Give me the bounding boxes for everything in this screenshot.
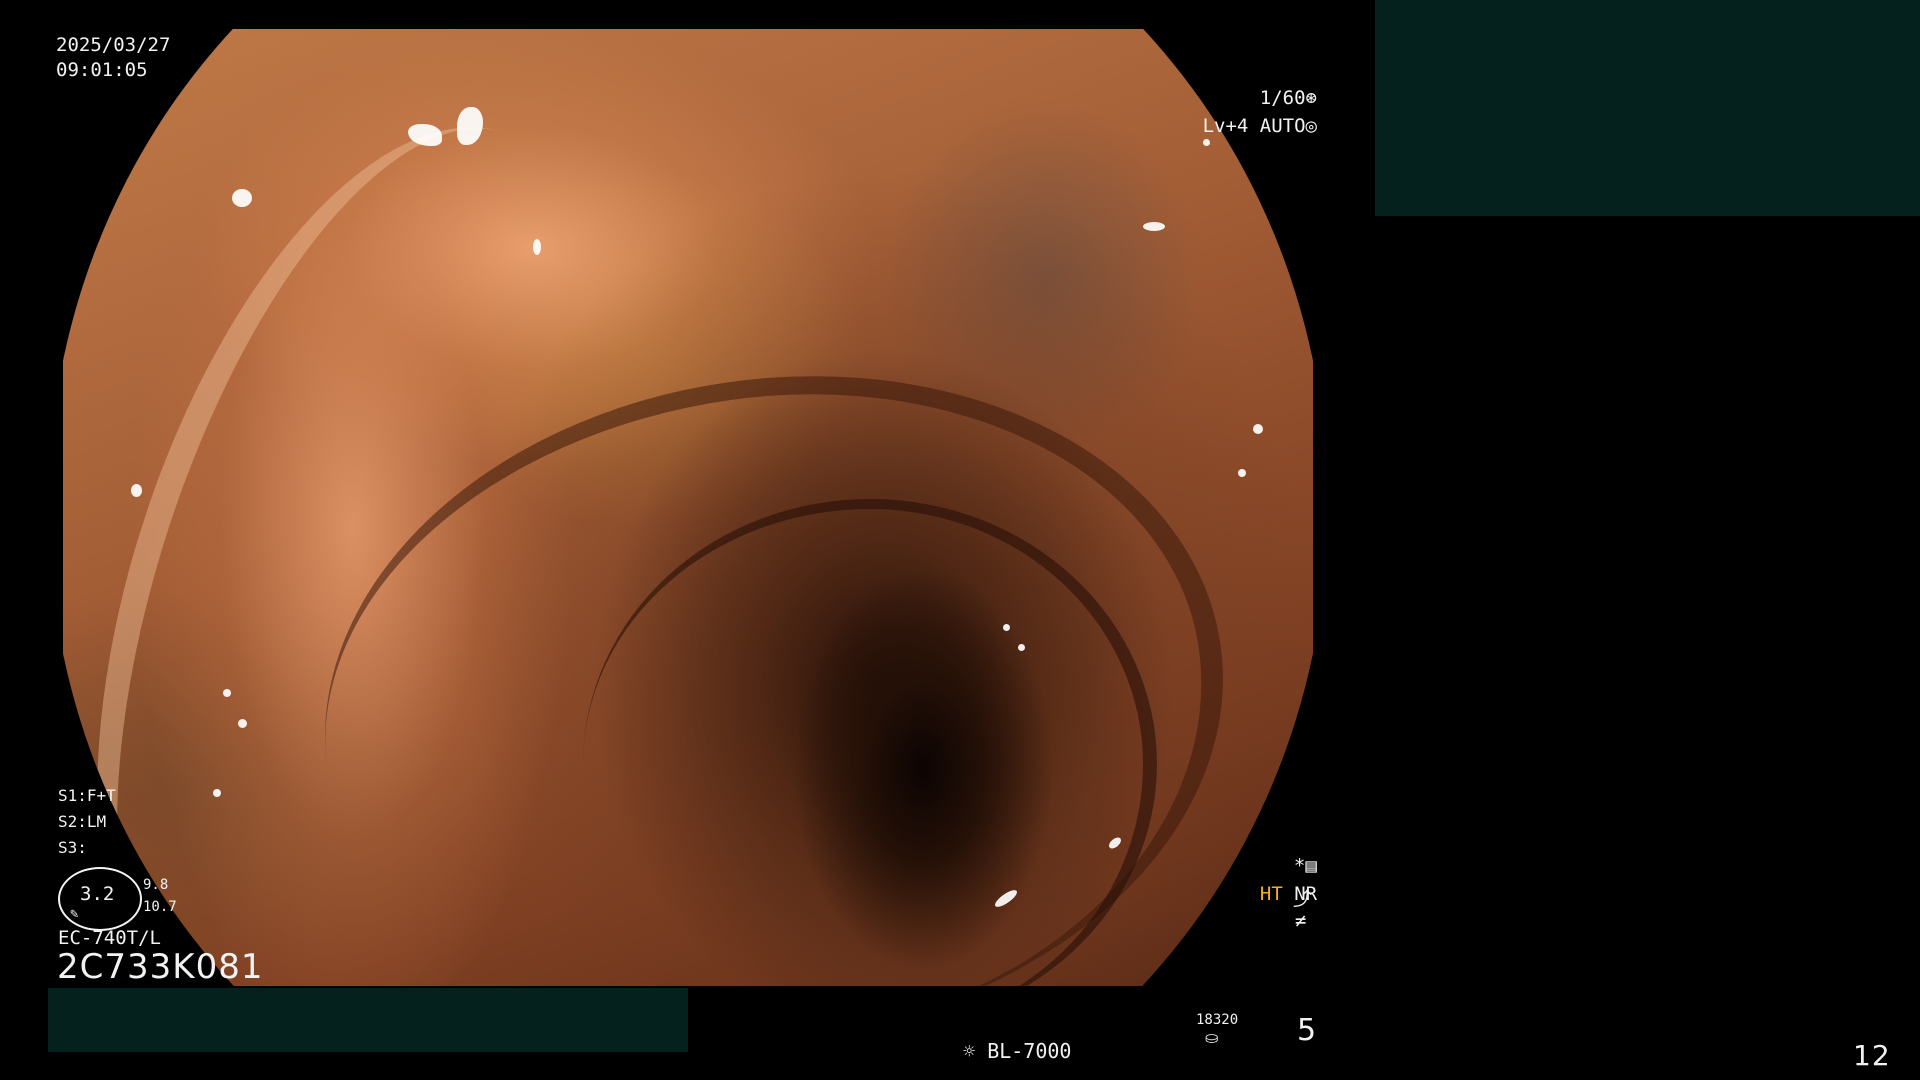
specular-highlight [1253, 424, 1263, 434]
zoom-value: 3.2 [80, 883, 115, 905]
level-value: Lv+4 [1202, 115, 1249, 137]
zoom-value-a: 9.8 [143, 877, 169, 893]
specular-highlight [238, 719, 247, 728]
exposure-readout: Lv+4 AUTO◎ [1180, 98, 1317, 136]
counter-icon: ⛀ [1205, 1028, 1219, 1047]
specular-highlight [1203, 139, 1210, 146]
time-label: 09:01:05 [56, 59, 148, 81]
counter-value: 18320 [1196, 1012, 1239, 1028]
setting-s1: S1:F+T [58, 786, 116, 805]
specular-highlight [1018, 644, 1025, 651]
channel-value: 5 [1297, 1013, 1318, 1048]
specular-highlight [223, 689, 231, 697]
specular-highlight [131, 484, 142, 497]
angle-icon: ⤴ [1293, 888, 1313, 910]
zoom-pen-icon: ✎ [70, 906, 79, 922]
specular-highlight [1238, 469, 1246, 477]
ht-label: HT [1259, 883, 1283, 905]
specular-highlight [213, 789, 221, 797]
mode-value: AUTO [1259, 115, 1306, 137]
light-source-icon: ☼ [963, 1039, 976, 1063]
light-source-label: BL-7000 [987, 1039, 1072, 1063]
redacted-panel-bottom-left [48, 988, 688, 1052]
zoom-value-b: 10.7 [143, 899, 177, 915]
freeze-icon: ≠ [1295, 910, 1307, 932]
date-label: 2025/03/27 [56, 34, 171, 56]
setting-s3: S3: [58, 838, 87, 857]
specular-highlight [1003, 624, 1010, 631]
specular-highlight [1143, 222, 1165, 231]
specular-highlight [232, 189, 252, 207]
setting-s2: S2:LM [58, 812, 107, 831]
light-source-readout: ☼ BL-7000 [939, 1021, 1071, 1061]
scope-model: EC-740T/L [58, 927, 161, 949]
iris-icon: ◎ [1305, 115, 1317, 137]
endoscope-image [63, 29, 1313, 986]
redacted-panel-top-right [1375, 0, 1920, 216]
specular-highlight [533, 239, 541, 255]
page-number: 12 [1853, 1039, 1891, 1072]
scope-serial: 2C733K081 [57, 947, 264, 987]
